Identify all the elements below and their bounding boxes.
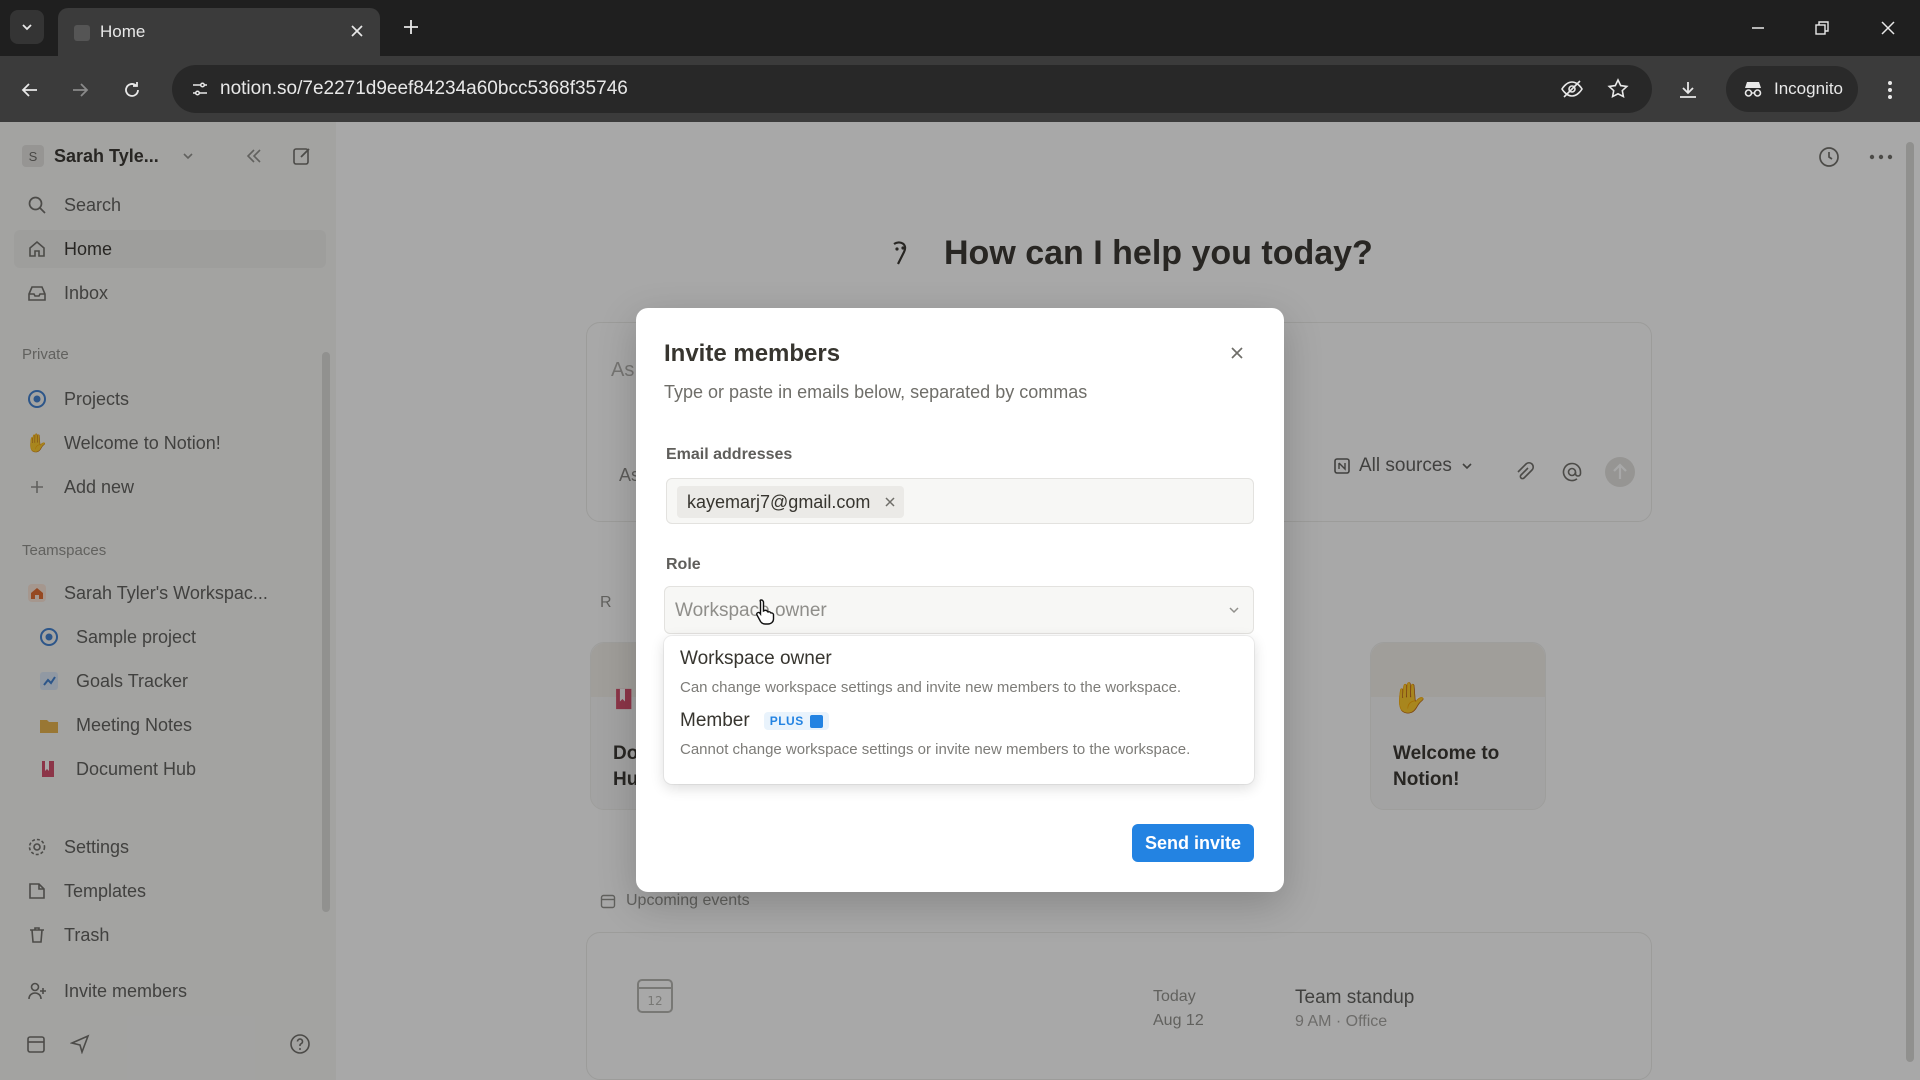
tracking-protection-button[interactable] — [1556, 73, 1588, 105]
email-addresses-input[interactable]: kayemarj7@gmail.com — [666, 478, 1254, 524]
role-option-workspace-owner[interactable]: Workspace owner Can change workspace set… — [680, 648, 1240, 699]
close-window-button[interactable] — [1866, 12, 1910, 44]
role-option-member[interactable]: Member PLUS Cannot change workspace sett… — [680, 710, 1240, 761]
upgrade-icon — [809, 714, 823, 728]
reload-icon — [125, 82, 139, 97]
chevron-down-icon — [22, 24, 32, 31]
chevron-down-icon — [1229, 607, 1239, 614]
email-chip-text: kayemarj7@gmail.com — [687, 491, 871, 512]
site-info-button[interactable] — [182, 71, 218, 107]
download-icon — [1680, 82, 1696, 98]
close-icon — [351, 25, 363, 37]
star-icon — [1607, 78, 1629, 99]
role-label: Role — [666, 556, 701, 573]
url-text[interactable]: notion.so/7e2271d9eef84234a60bcc5368f357… — [220, 78, 628, 100]
tune-icon — [193, 82, 207, 96]
incognito-badge[interactable]: Incognito — [1726, 66, 1858, 112]
role-dropdown-menu: Workspace owner Can change workspace set… — [664, 636, 1254, 784]
minimize-button[interactable] — [1736, 12, 1780, 44]
tab-title: Home — [100, 22, 146, 41]
browser-menu-button[interactable] — [1872, 72, 1908, 108]
dialog-close-button[interactable] — [1222, 338, 1252, 368]
dialog-subtitle: Type or paste in emails below, separated… — [664, 382, 1088, 402]
role-select[interactable]: Workspace owner — [664, 586, 1254, 634]
tab-close-button[interactable] — [346, 20, 368, 42]
email-chip: kayemarj7@gmail.com — [677, 486, 905, 518]
mouse-cursor-icon — [756, 599, 775, 625]
more-vertical-icon — [1888, 81, 1892, 99]
address-bar[interactable]: notion.so/7e2271d9eef84234a60bcc5368f357… — [172, 65, 1652, 113]
minimize-icon — [1752, 27, 1764, 29]
option-description: Can change workspace settings and invite… — [680, 679, 1182, 696]
remove-email-icon[interactable] — [884, 496, 896, 508]
browser-tabstrip: Home — [0, 0, 1920, 56]
reload-button[interactable] — [114, 72, 150, 108]
back-button[interactable] — [12, 72, 48, 108]
send-invite-button[interactable]: Send invite — [1132, 824, 1254, 862]
forward-button[interactable] — [62, 72, 98, 108]
arrow-right-icon — [73, 83, 89, 97]
option-title: Member — [680, 710, 750, 731]
arrow-left-icon — [21, 83, 37, 97]
eye-off-icon — [1561, 80, 1583, 98]
restore-button[interactable] — [1800, 12, 1844, 44]
new-tab-button[interactable] — [396, 12, 426, 42]
email-addresses-label: Email addresses — [666, 446, 793, 463]
option-description: Cannot change workspace settings or invi… — [680, 741, 1191, 758]
notion-favicon-icon — [74, 25, 90, 41]
bookmark-button[interactable] — [1602, 73, 1634, 105]
tab-search-button[interactable] — [10, 10, 44, 44]
restore-icon — [1815, 21, 1829, 35]
role-selected-value: Workspace owner — [675, 600, 827, 621]
plus-plan-badge: PLUS — [763, 712, 829, 730]
invite-members-dialog: Invite members Type or paste in emails b… — [636, 308, 1284, 892]
close-icon — [1881, 21, 1895, 35]
incognito-icon — [1744, 82, 1762, 97]
option-title: Workspace owner — [680, 648, 832, 669]
incognito-label: Incognito — [1774, 79, 1843, 98]
browser-tab[interactable]: Home — [58, 8, 380, 56]
downloads-button[interactable] — [1670, 72, 1706, 108]
plus-icon — [404, 20, 418, 34]
close-icon — [1231, 347, 1243, 359]
browser-toolbar: notion.so/7e2271d9eef84234a60bcc5368f357… — [0, 56, 1920, 122]
dialog-title: Invite members — [664, 340, 841, 367]
